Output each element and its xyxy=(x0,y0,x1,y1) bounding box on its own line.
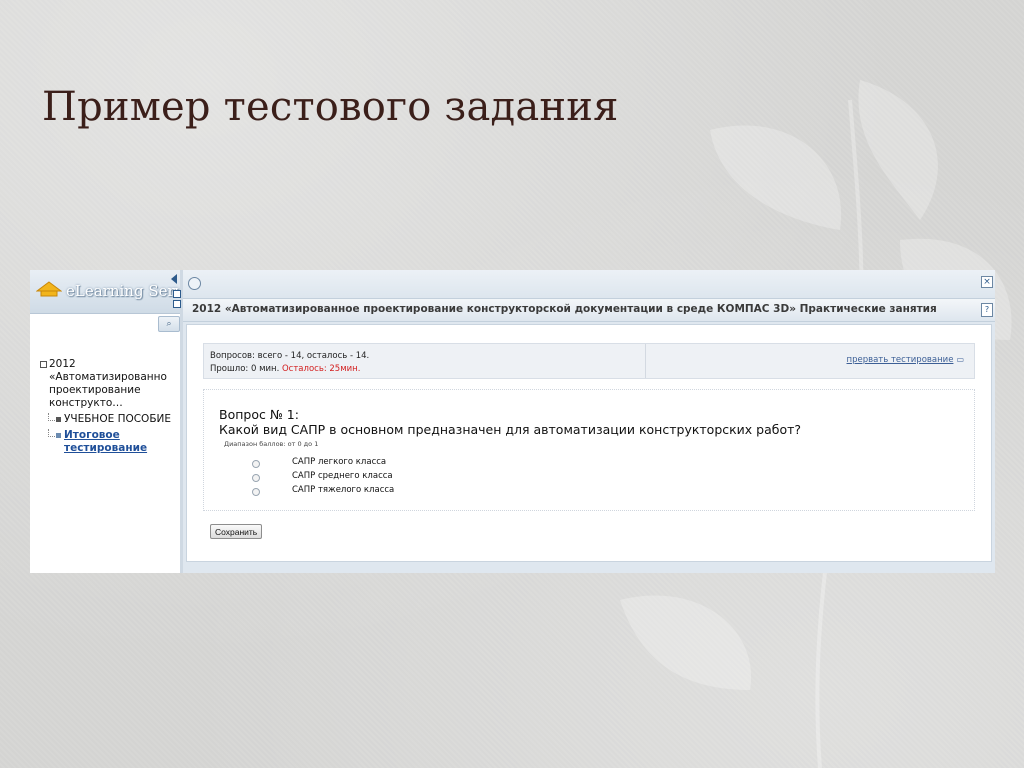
document-icon xyxy=(56,433,61,438)
sidebar: eLearning Serv ⌕ 2012 «Автоматизированно… xyxy=(30,270,180,573)
score-range: Диапазон баллов: от 0 до 1 xyxy=(224,440,319,448)
close-icon[interactable]: × xyxy=(981,276,993,288)
answer-label: САПР среднего класса xyxy=(292,471,393,481)
time-line: Прошло: 0 мин. Осталось: 25мин. xyxy=(210,363,369,376)
test-content: Вопросов: всего - 14, осталось - 14. Про… xyxy=(186,324,992,562)
questions-count: Вопросов: всего - 14, осталось - 14. xyxy=(210,351,370,361)
answer-label: САПР тяжелого класса xyxy=(292,485,395,495)
course-tree: 2012 «Автоматизированно проектирование к… xyxy=(40,358,180,455)
sidebar-header: eLearning Serv xyxy=(30,270,180,314)
tree-item-label: 2012 «Автоматизированно проектирование к… xyxy=(49,358,167,409)
tree-item-final-test[interactable]: Итоговое тестирование xyxy=(40,429,180,455)
app-logo-text[interactable]: eLearning Serv xyxy=(66,282,180,300)
question-box: Вопрос № 1: Какой вид САПР в основном пр… xyxy=(203,389,975,511)
tree-item-label: УЧЕБНОЕ ПОСОБИЕ xyxy=(64,413,172,425)
abort-test-label: прервать тестирование xyxy=(846,355,954,365)
home-icon xyxy=(36,281,62,297)
slide-title: Пример тестового задания xyxy=(42,84,619,130)
expand-icon[interactable] xyxy=(173,290,181,298)
tree-item-link[interactable]: Итоговое тестирование xyxy=(64,429,147,454)
elapsed-time: Прошло: 0 мин. xyxy=(210,364,280,374)
comment-icon: ▭ xyxy=(956,355,964,364)
abort-test-link[interactable]: прервать тестирование ▭ xyxy=(847,355,964,365)
answer-label: САПР легкого класса xyxy=(292,457,387,467)
folder-icon xyxy=(56,417,61,422)
question-text: Какой вид САПР в основном предназначен д… xyxy=(219,422,802,437)
course-title-bar: 2012 «Автоматизированное проектирование … xyxy=(183,298,995,322)
main-panel: × 2012 «Автоматизированное проектировани… xyxy=(183,270,995,573)
test-info-box: Вопросов: всего - 14, осталось - 14. Про… xyxy=(203,343,975,379)
remaining-time: Осталось: 25мин. xyxy=(281,364,361,374)
divider xyxy=(645,344,646,378)
tree-item-textbook[interactable]: УЧЕБНОЕ ПОСОБИЕ xyxy=(40,413,180,426)
question-number: Вопрос № 1: xyxy=(219,407,299,422)
refresh-icon[interactable] xyxy=(188,277,201,290)
radio-button[interactable] xyxy=(252,474,260,482)
radio-button[interactable] xyxy=(252,460,260,468)
radio-button[interactable] xyxy=(252,488,260,496)
tree-collapse-icon[interactable] xyxy=(40,361,47,368)
tree-item-course[interactable]: 2012 «Автоматизированно проектирование к… xyxy=(40,358,180,410)
main-toolbar: × xyxy=(183,270,995,298)
collapse-arrow-icon[interactable] xyxy=(171,274,177,284)
expand-icon[interactable] xyxy=(173,300,181,308)
lms-screenshot: eLearning Serv ⌕ 2012 «Автоматизированно… xyxy=(30,270,995,573)
save-button[interactable]: Сохранить xyxy=(210,524,263,539)
test-stats: Вопросов: всего - 14, осталось - 14. Про… xyxy=(210,350,369,376)
search-icon[interactable]: ⌕ xyxy=(158,316,180,332)
course-title: 2012 «Автоматизированное проектирование … xyxy=(192,303,937,315)
help-icon[interactable]: ? xyxy=(981,303,993,317)
